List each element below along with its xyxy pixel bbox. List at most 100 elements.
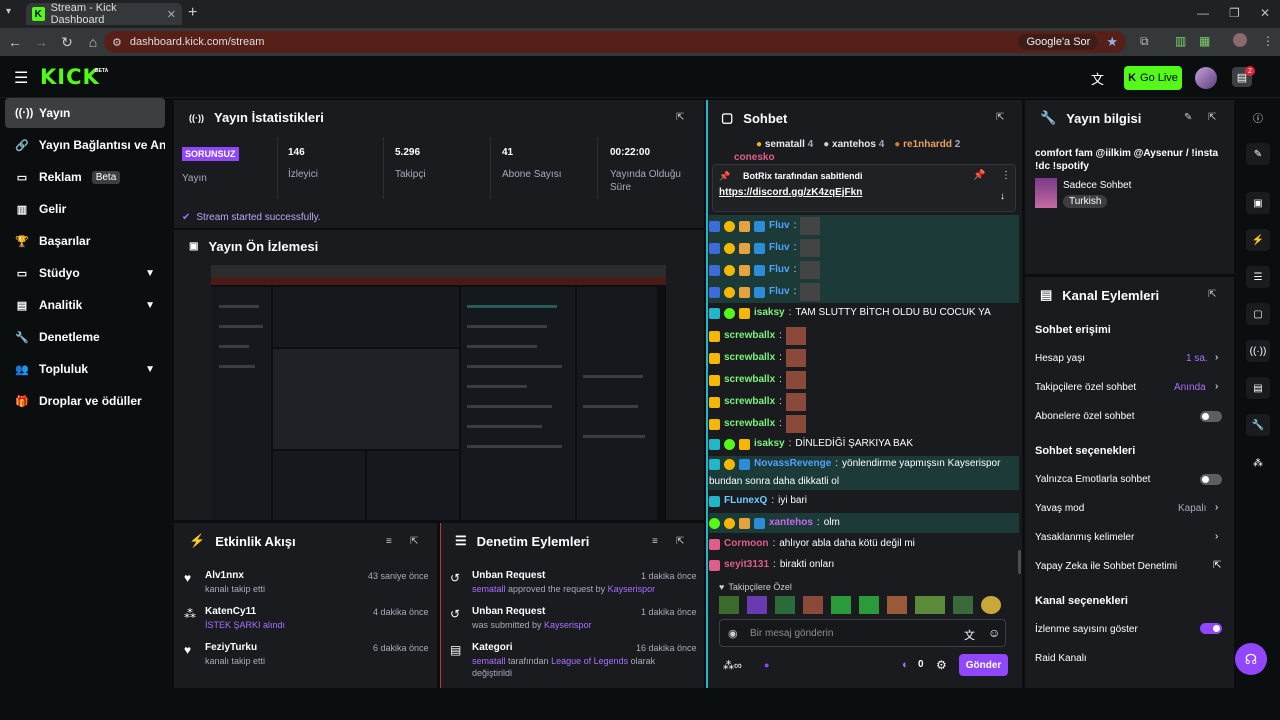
- emote-icon[interactable]: [887, 596, 907, 614]
- pinned-link[interactable]: https://discord.gg/zK4zqEjFkn: [719, 187, 862, 198]
- reload-icon[interactable]: ↻: [56, 34, 78, 51]
- chat-username[interactable]: isaksy: [754, 437, 785, 451]
- channel-actions-icon[interactable]: ▤: [1246, 377, 1270, 399]
- stream-preview-video[interactable]: [211, 265, 666, 520]
- chat-username[interactable]: NovassRevenge: [754, 457, 831, 471]
- bookmark-star-icon[interactable]: ★: [1106, 34, 1118, 50]
- chat-username[interactable]: xantehos: [769, 516, 813, 530]
- translate-toggle-icon[interactable]: 文: [1091, 69, 1104, 88]
- chevron-right-icon[interactable]: ›: [1215, 352, 1218, 363]
- sidebar-item-studyo[interactable]: ▭ Stüdyo ▼: [5, 258, 165, 288]
- popout-icon[interactable]: ⇱: [996, 112, 1004, 123]
- chat-username[interactable]: Fluv: [769, 263, 790, 277]
- home-icon[interactable]: ⌂: [82, 34, 104, 50]
- forward-icon[interactable]: →: [30, 34, 52, 50]
- google-lens-button[interactable]: Google'a Sor: [1018, 34, 1099, 50]
- banned-words-label[interactable]: Yasaklanmış kelimeler: [1035, 532, 1134, 543]
- sidebar-item-stream-key[interactable]: 🔗 Yayın Bağlantısı ve Anahtarı: [5, 130, 165, 160]
- emote-icon[interactable]: [747, 596, 767, 614]
- slow-mode-value[interactable]: Kapalı: [1178, 503, 1206, 514]
- emote-icon[interactable]: [803, 596, 823, 614]
- top-gifter-3[interactable]: ● re1nhardd 2: [894, 139, 960, 150]
- emote-only-toggle[interactable]: [1200, 474, 1222, 485]
- edit-icon[interactable]: ✎: [1246, 143, 1270, 165]
- emoji-icon[interactable]: ☺: [988, 626, 1000, 640]
- info-icon[interactable]: ⓘ: [1246, 106, 1270, 128]
- chevron-right-icon[interactable]: ›: [1215, 502, 1218, 513]
- chat-username[interactable]: Cormoon: [724, 537, 768, 551]
- action-target[interactable]: Kayserispor: [544, 620, 592, 630]
- tag-pill[interactable]: Turkish: [1063, 195, 1108, 208]
- action-user[interactable]: sematall: [472, 584, 506, 594]
- category-thumbnail[interactable]: [1035, 178, 1057, 208]
- show-viewers-toggle[interactable]: [1200, 623, 1222, 634]
- wrench-icon[interactable]: 🔧: [1246, 414, 1270, 436]
- chat-input[interactable]: ◉ Bir mesaj gönderin 文 ☺: [719, 619, 1006, 647]
- menu-dots-icon[interactable]: ⋮: [1262, 34, 1274, 48]
- account-age-value[interactable]: 1 sa.: [1186, 353, 1208, 364]
- followers-chat-value[interactable]: Anında: [1174, 382, 1206, 393]
- sidebar-item-analitik[interactable]: ▤ Analitik ▼: [5, 290, 165, 320]
- top-gifter-1[interactable]: ● sematall 4: [756, 139, 813, 150]
- raid-label[interactable]: Raid Kanalı: [1035, 653, 1087, 664]
- chat-username[interactable]: screwballx: [724, 373, 775, 387]
- minimize-icon[interactable]: —: [1197, 6, 1209, 20]
- close-window-icon[interactable]: ✕: [1260, 6, 1270, 20]
- chat-username[interactable]: screwballx: [724, 351, 775, 365]
- filter-icon[interactable]: ≡: [652, 536, 658, 547]
- chat-username[interactable]: seyit3131: [724, 558, 769, 572]
- profile-icon[interactable]: [1233, 33, 1247, 47]
- translate-icon[interactable]: 文: [964, 627, 975, 643]
- external-link-icon[interactable]: ⇱: [1213, 560, 1221, 571]
- chat-username[interactable]: screwballx: [724, 329, 775, 343]
- translate-icon[interactable]: ▦: [1199, 34, 1210, 48]
- go-live-button[interactable]: K Go Live: [1124, 66, 1182, 90]
- kick-logo[interactable]: KICK: [40, 65, 100, 89]
- emote-icon[interactable]: [831, 596, 851, 614]
- video-icon[interactable]: ▣: [1246, 192, 1270, 214]
- send-button[interactable]: Gönder: [959, 654, 1008, 676]
- unpin-icon[interactable]: 📌: [973, 170, 985, 181]
- chat-username[interactable]: Fluv: [769, 241, 790, 255]
- chat-username[interactable]: screwballx: [724, 417, 775, 431]
- broadcast-icon[interactable]: ((·)): [1246, 340, 1270, 362]
- popout-icon[interactable]: ⇱: [676, 536, 684, 547]
- emote-icon[interactable]: [981, 596, 1001, 614]
- sidebar-item-reklam[interactable]: ▭ Reklam Beta: [5, 162, 165, 192]
- browser-tab[interactable]: K Stream - Kick Dashboard ✕: [26, 2, 182, 26]
- emote-icon[interactable]: [915, 596, 945, 614]
- extension-bin-icon[interactable]: ▥: [1175, 34, 1186, 48]
- lightning-icon[interactable]: ⚡: [1246, 229, 1270, 251]
- subs-chat-toggle[interactable]: [1200, 411, 1222, 422]
- sidebar-item-gelir[interactable]: ▥ Gelir: [5, 194, 165, 224]
- chevron-right-icon[interactable]: ›: [1215, 381, 1218, 392]
- more-options-icon[interactable]: ⋮: [1001, 170, 1011, 181]
- list-icon[interactable]: ☰: [1246, 266, 1270, 288]
- sidebar-item-droplar[interactable]: 🎁 Droplar ve ödüller: [5, 386, 165, 416]
- tab-list-icon[interactable]: ▾: [6, 6, 11, 17]
- action-user[interactable]: sematall: [472, 656, 506, 666]
- popout-icon[interactable]: ⇱: [676, 112, 684, 123]
- points-icon[interactable]: ⁂∞: [723, 659, 742, 672]
- sidebar-item-topluluk[interactable]: 👥 Topluluk ▼: [5, 354, 165, 384]
- action-target[interactable]: League of Legends: [551, 656, 628, 666]
- new-tab-icon[interactable]: +: [188, 5, 197, 21]
- chevron-right-icon[interactable]: ›: [1215, 531, 1218, 542]
- sidebar-item-yayin[interactable]: ((·)) Yayın: [5, 98, 165, 128]
- emote-icon[interactable]: [859, 596, 879, 614]
- ai-mod-label[interactable]: Yapay Zeka ile Sohbet Denetimi: [1035, 561, 1177, 572]
- points-icon[interactable]: ⁂: [1246, 452, 1270, 474]
- popout-icon[interactable]: ⇱: [410, 536, 418, 547]
- emote-icon[interactable]: [775, 596, 795, 614]
- chat-scrollbar[interactable]: [1018, 550, 1021, 574]
- chat-username[interactable]: FLunexQ: [724, 494, 767, 508]
- category-name[interactable]: Sadece Sohbet: [1063, 180, 1131, 191]
- maximize-icon[interactable]: ❐: [1229, 6, 1240, 20]
- url-field[interactable]: ⚙ dashboard.kick.com/stream Google'a Sor…: [104, 31, 1126, 53]
- action-target[interactable]: Kayserispor: [608, 584, 656, 594]
- popout-icon[interactable]: ⇱: [1208, 112, 1216, 123]
- hamburger-menu-icon[interactable]: ☰: [14, 68, 28, 88]
- emote-icon[interactable]: [719, 596, 739, 614]
- filter-icon[interactable]: ≡: [386, 536, 392, 547]
- sidebar-item-basarilar[interactable]: 🏆 Başarılar: [5, 226, 165, 256]
